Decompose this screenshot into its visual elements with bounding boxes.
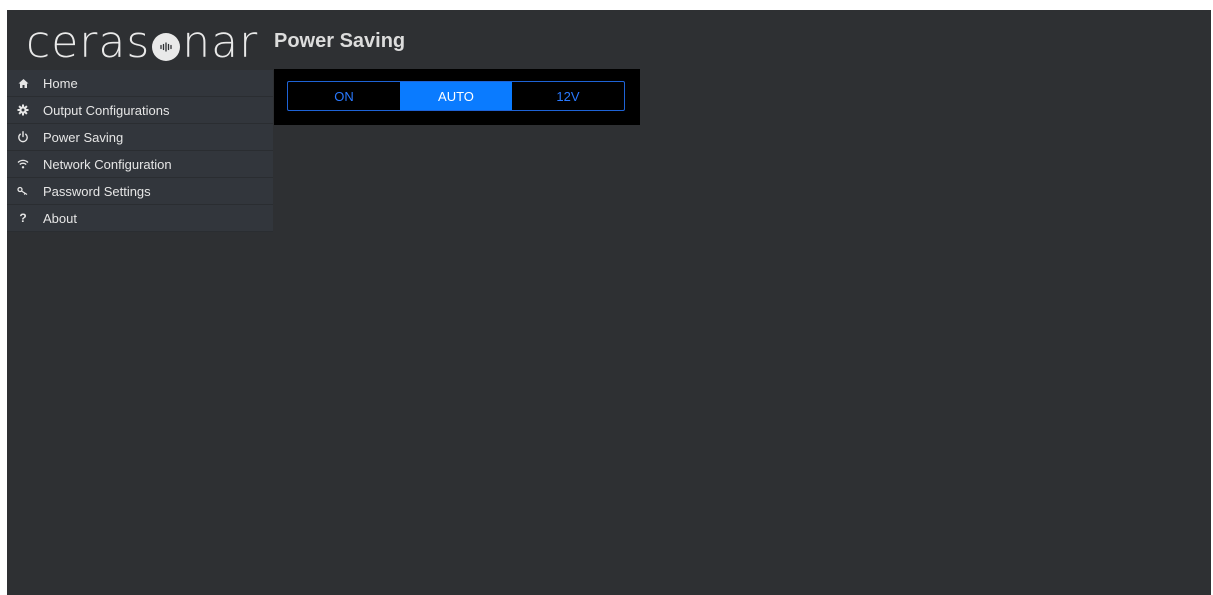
sidebar-item-label: Power Saving bbox=[43, 129, 124, 145]
sidebar-item-home[interactable]: Home bbox=[7, 70, 273, 97]
logo-text-left: ceras bbox=[26, 17, 151, 68]
power-mode-selector: ON AUTO 12V bbox=[287, 81, 625, 111]
power-mode-12v-button[interactable]: 12V bbox=[512, 82, 624, 110]
sidebar-item-label: Home bbox=[43, 75, 78, 91]
power-mode-panel: ON AUTO 12V bbox=[274, 69, 640, 125]
page-title: Power Saving bbox=[274, 30, 406, 52]
app-window: ceras nar Power Saving Home Output Confi… bbox=[7, 10, 1211, 595]
sidebar-item-label: Output Configurations bbox=[43, 102, 170, 118]
wifi-icon bbox=[16, 157, 30, 171]
sidebar-item-label: Network Configuration bbox=[43, 156, 172, 172]
sidebar-item-output-configurations[interactable]: Output Configurations bbox=[7, 97, 273, 124]
cerasonar-logo: ceras nar bbox=[26, 14, 258, 72]
logo-text-right: nar bbox=[182, 17, 259, 68]
sidebar-item-label: About bbox=[43, 210, 77, 226]
power-mode-auto-button[interactable]: AUTO bbox=[400, 82, 512, 110]
sidebar-item-password-settings[interactable]: Password Settings bbox=[7, 178, 273, 205]
gear-icon bbox=[16, 103, 30, 117]
speaker-wave-icon bbox=[152, 32, 181, 61]
sidebar-item-power-saving[interactable]: Power Saving bbox=[7, 124, 273, 151]
home-icon bbox=[16, 76, 30, 90]
sidebar-nav: Home Output Configurations Power Saving … bbox=[7, 70, 273, 232]
key-icon bbox=[16, 184, 30, 198]
sidebar-item-about[interactable]: ? About bbox=[7, 205, 273, 232]
power-icon bbox=[16, 130, 30, 144]
sidebar-item-label: Password Settings bbox=[43, 183, 151, 199]
power-mode-on-button[interactable]: ON bbox=[288, 82, 400, 110]
sidebar-item-network-configuration[interactable]: Network Configuration bbox=[7, 151, 273, 178]
question-icon: ? bbox=[19, 211, 27, 225]
